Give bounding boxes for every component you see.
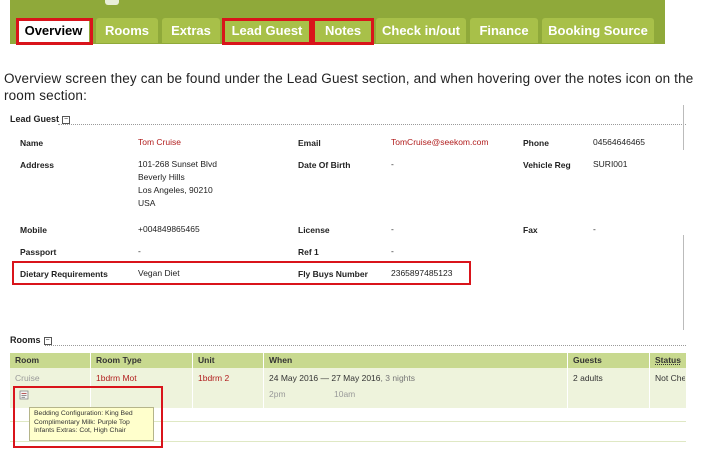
dob-value: -	[391, 159, 394, 169]
column-divider	[649, 353, 650, 408]
email-label: Email	[298, 138, 321, 148]
tab-extras[interactable]: Extras	[162, 18, 220, 43]
scroll-edge	[683, 235, 684, 330]
address-line-2: Beverly Hills	[138, 172, 185, 182]
rooms-table-header: Room Room Type Unit When Guests Status	[10, 353, 686, 368]
room-type[interactable]: 1bdrm Mot	[96, 373, 137, 383]
fax-value: -	[593, 224, 596, 234]
column-divider	[90, 353, 91, 408]
name-value[interactable]: Tom Cruise	[138, 136, 181, 149]
address-label: Address	[20, 160, 55, 170]
ref1-label: Ref 1	[298, 247, 319, 257]
dietary-label: Dietary Requirements	[20, 269, 108, 279]
status-value: Not Che	[655, 373, 685, 383]
passport-label: Passport	[20, 247, 57, 257]
table-row[interactable]: Cruise 1bdrm Mot 1bdrm 2 24 May 2016 — 2…	[10, 368, 686, 408]
scroll-edge	[683, 105, 684, 150]
tab-booking-source[interactable]: Booking Source	[542, 18, 654, 43]
when-dates-text: 24 May 2016 — 27 May 2016	[269, 373, 381, 383]
address-line-3: Los Angeles, 90210	[138, 185, 213, 195]
header-fragment	[105, 0, 119, 5]
ref1-value: -	[391, 246, 394, 256]
time-in: 2pm	[269, 389, 286, 399]
tab-finance[interactable]: Finance	[470, 18, 538, 43]
vehicle-reg-label: Vehicle Reg	[523, 160, 571, 170]
room-name: Cruise	[15, 373, 40, 383]
name-label: Name	[20, 138, 44, 148]
guests-value: 2 adults	[573, 373, 603, 383]
tooltip-line: Complimentary Milk: Purple Top	[34, 418, 130, 426]
dob-label: Date Of Birth	[298, 160, 351, 170]
when-dates: 24 May 2016 — 27 May 2016, 3 nights	[269, 373, 415, 383]
mobile-value: +004849865465	[138, 224, 200, 234]
column-divider	[192, 353, 193, 408]
tab-lead-guest[interactable]: Lead Guest	[224, 18, 310, 43]
time-out: 10am	[334, 389, 356, 399]
unit-link[interactable]: 1bdrm 2	[198, 373, 229, 383]
when-nights: , 3 nights	[380, 373, 416, 383]
column-divider	[263, 353, 264, 408]
header-when[interactable]: When	[269, 355, 292, 365]
flybuys-label: Fly Buys Number	[298, 269, 368, 279]
lead-guest-title-text: Lead Guest	[10, 114, 60, 124]
phone-label: Phone	[523, 138, 549, 148]
rooms-section-title: Rooms −	[10, 335, 52, 345]
rooms-title-text: Rooms	[10, 335, 41, 345]
header-unit[interactable]: Unit	[198, 355, 215, 365]
collapse-toggle-icon[interactable]: −	[62, 115, 71, 124]
fax-label: Fax	[523, 225, 538, 235]
intro-text: Overview screen they can be found under …	[4, 71, 694, 103]
column-divider	[567, 353, 568, 408]
address-line-1: 101-268 Sunset Blvd	[138, 159, 217, 169]
tab-check-in-out[interactable]: Check in/out	[376, 18, 466, 43]
vehicle-reg-value: SURI001	[593, 159, 628, 169]
phone-value: 04564646465	[593, 137, 646, 147]
table-bottom-rule	[10, 441, 686, 442]
tab-notes[interactable]: Notes	[314, 18, 372, 43]
flybuys-value: 2365897485123	[391, 268, 453, 278]
tab-rooms[interactable]: Rooms	[96, 18, 158, 43]
address-line-4: USA	[138, 198, 156, 208]
collapse-toggle-icon[interactable]: −	[43, 336, 52, 345]
notes-tooltip: Bedding Configuration: King Bed Complime…	[29, 407, 154, 441]
tab-overview[interactable]: Overview	[18, 18, 89, 43]
section-divider	[58, 124, 686, 125]
passport-value: -	[138, 246, 141, 256]
tooltip-line: Bedding Configuration: King Bed	[34, 410, 133, 417]
dietary-value: Vegan Diet	[138, 268, 180, 278]
header-room-type[interactable]: Room Type	[96, 355, 142, 365]
lead-guest-section-title: Lead Guest −	[10, 114, 71, 124]
license-value: -	[391, 224, 394, 234]
tooltip-line: Infants Extras: Cot, High Chair	[34, 427, 126, 434]
header-guests[interactable]: Guests	[573, 355, 602, 365]
license-label: License	[298, 225, 330, 235]
section-divider	[45, 345, 686, 346]
header-status[interactable]: Status	[655, 355, 681, 365]
mobile-label: Mobile	[20, 225, 47, 235]
header-room[interactable]: Room	[15, 355, 39, 365]
notes-icon[interactable]	[19, 390, 30, 400]
email-value[interactable]: TomCruise@seekom.com	[391, 136, 488, 149]
